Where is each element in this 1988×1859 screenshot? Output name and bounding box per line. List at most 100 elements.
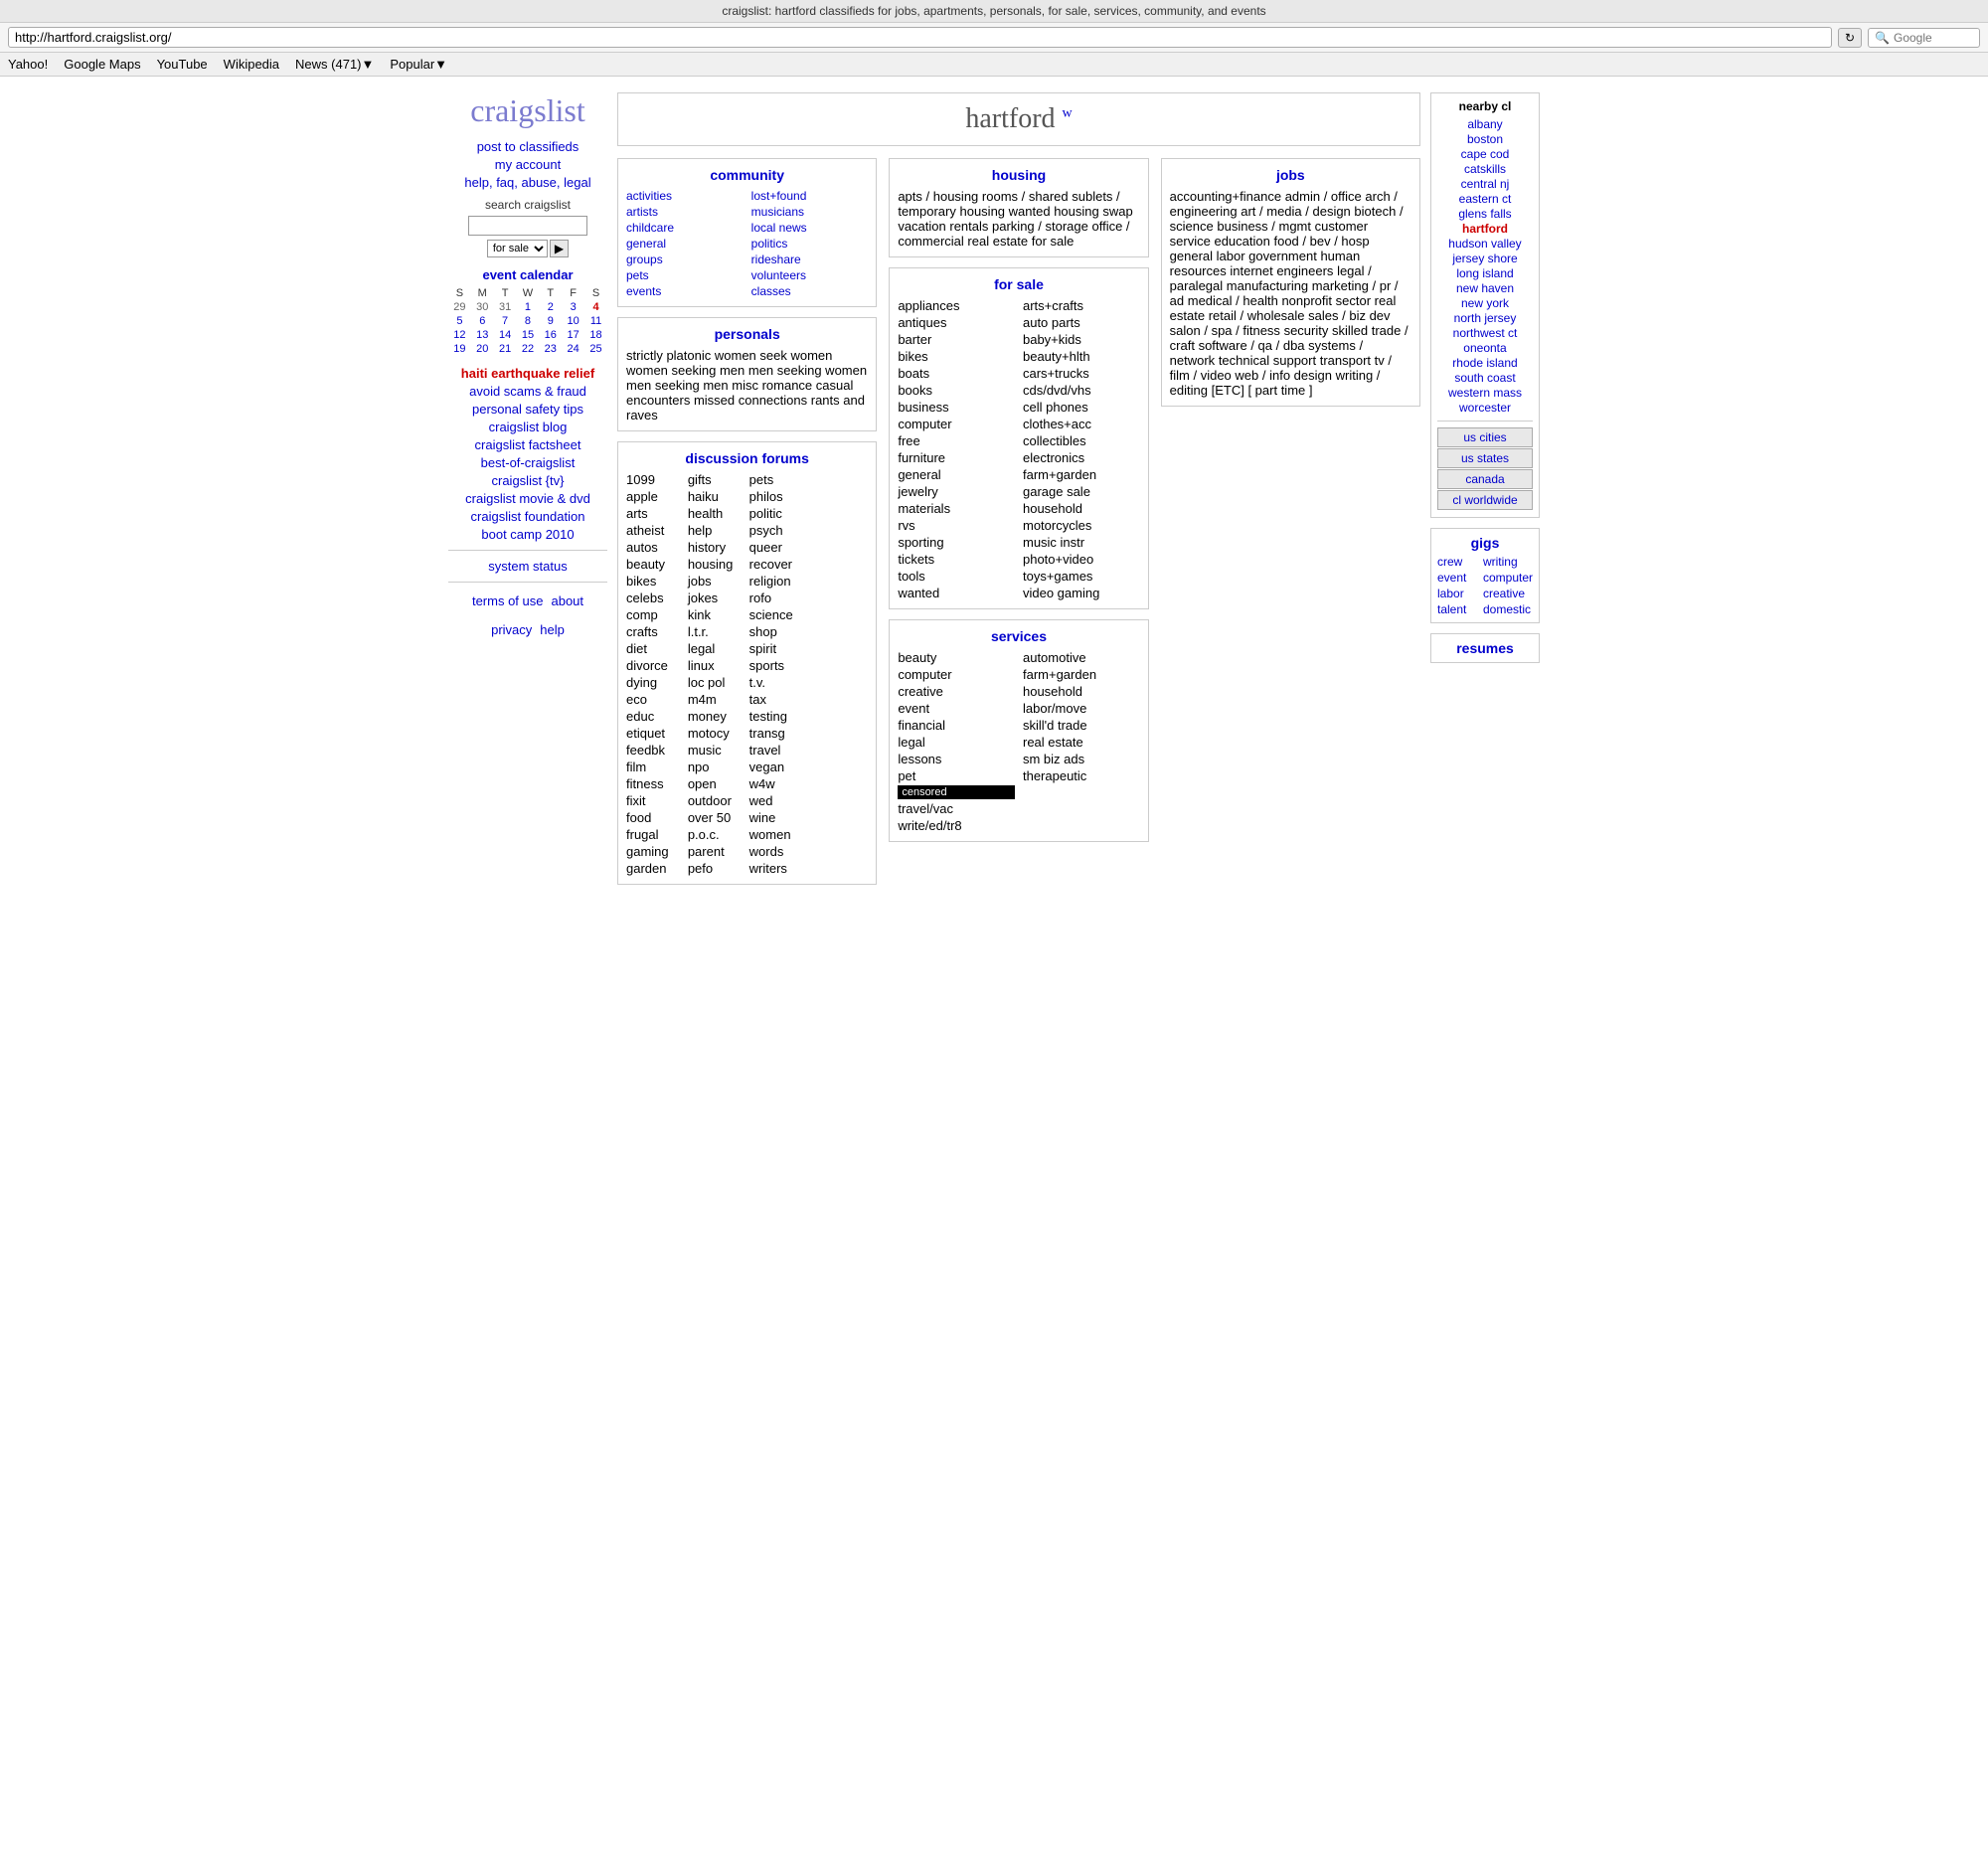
nav-popular[interactable]: Popular▼	[390, 57, 447, 72]
forum-w4w[interactable]: w4w	[749, 776, 807, 791]
gigs-computer[interactable]: computer	[1483, 571, 1533, 585]
jobs-salon[interactable]: salon / spa / fitness	[1170, 323, 1280, 338]
browser-search-input[interactable]	[1894, 31, 1973, 45]
movie-dvd-link[interactable]: craigslist movie & dvd	[448, 491, 607, 506]
nearby-rhode-island[interactable]: rhode island	[1437, 356, 1533, 370]
forsale-materials[interactable]: materials	[898, 501, 1015, 516]
forum-science[interactable]: science	[749, 607, 807, 622]
community-rideshare[interactable]: rideshare	[751, 253, 869, 266]
forum-money[interactable]: money	[688, 709, 746, 724]
services-computer[interactable]: computer	[898, 667, 1015, 682]
housing-parking[interactable]: parking / storage	[992, 219, 1088, 234]
nearby-hartford[interactable]: hartford	[1437, 222, 1533, 236]
nearby-cape-cod[interactable]: cape cod	[1437, 147, 1533, 161]
forsale-cellphones[interactable]: cell phones	[1023, 400, 1140, 415]
forsale-free[interactable]: free	[898, 433, 1015, 448]
forum-fitness[interactable]: fitness	[626, 776, 684, 791]
forsale-wanted[interactable]: wanted	[898, 586, 1015, 600]
nav-news[interactable]: News (471)▼	[295, 57, 374, 72]
cal-day[interactable]: 21	[494, 342, 517, 356]
jobs-admin[interactable]: admin / office	[1285, 189, 1362, 204]
gigs-crew[interactable]: crew	[1437, 555, 1479, 569]
gigs-labor[interactable]: labor	[1437, 587, 1479, 600]
forsale-videogaming[interactable]: video gaming	[1023, 586, 1140, 600]
nearby-catskills[interactable]: catskills	[1437, 162, 1533, 176]
haiti-relief-link[interactable]: haiti earthquake relief	[448, 366, 607, 381]
nearby-glens-falls[interactable]: glens falls	[1437, 207, 1533, 221]
forum-arts[interactable]: arts	[626, 506, 684, 521]
best-of-link[interactable]: best-of-craigslist	[448, 455, 607, 470]
forum-religion[interactable]: religion	[749, 574, 807, 589]
services-writeedit[interactable]: write/ed/tr8	[898, 818, 1015, 833]
forsale-books[interactable]: books	[898, 383, 1015, 398]
forum-apple[interactable]: apple	[626, 489, 684, 504]
jobs-government[interactable]: government	[1248, 249, 1317, 263]
nearby-eastern-ct[interactable]: eastern ct	[1437, 192, 1533, 206]
forsale-business[interactable]: business	[898, 400, 1015, 415]
community-general[interactable]: general	[626, 237, 744, 251]
forum-vegan[interactable]: vegan	[749, 760, 807, 774]
services-realestate[interactable]: real estate	[1023, 735, 1140, 750]
forum-linux[interactable]: linux	[688, 658, 746, 673]
jobs-software[interactable]: software / qa / dba	[1199, 338, 1305, 353]
forum-spirit[interactable]: spirit	[749, 641, 807, 656]
cal-day[interactable]: 25	[584, 342, 607, 356]
forsale-tickets[interactable]: tickets	[898, 552, 1015, 567]
services-therapeutic[interactable]: therapeutic	[1023, 768, 1140, 783]
forum-writers[interactable]: writers	[749, 861, 807, 876]
forum-m4m[interactable]: m4m	[688, 692, 746, 707]
cal-day[interactable]: 23	[539, 342, 562, 356]
forum-food[interactable]: food	[626, 810, 684, 825]
jobs-internet[interactable]: internet engineers	[1230, 263, 1333, 278]
nav-yahoo[interactable]: Yahoo!	[8, 57, 48, 72]
services-beauty[interactable]: beauty	[898, 650, 1015, 665]
jobs-transport[interactable]: transport	[1320, 353, 1371, 368]
forum-beauty[interactable]: beauty	[626, 557, 684, 572]
forum-eco[interactable]: eco	[626, 692, 684, 707]
forum-outdoor[interactable]: outdoor	[688, 793, 746, 808]
forum-wine[interactable]: wine	[749, 810, 807, 825]
my-account-link[interactable]: my account	[448, 157, 607, 172]
nearby-western-mass[interactable]: western mass	[1437, 386, 1533, 400]
avoid-scams-link[interactable]: avoid scams & fraud	[448, 384, 607, 399]
personals-women-seeking-men[interactable]: women seeking men	[626, 363, 745, 378]
nearby-jersey-shore[interactable]: jersey shore	[1437, 252, 1533, 265]
forum-frugal[interactable]: frugal	[626, 827, 684, 842]
tv-link[interactable]: craigslist {tv}	[448, 473, 607, 488]
forum-music[interactable]: music	[688, 743, 746, 758]
cal-day[interactable]: 13	[471, 328, 494, 342]
forum-etiquet[interactable]: etiquet	[626, 726, 684, 741]
forsale-collectibles[interactable]: collectibles	[1023, 433, 1140, 448]
nearby-central-nj[interactable]: central nj	[1437, 177, 1533, 191]
nearby-worcester[interactable]: worcester	[1437, 401, 1533, 415]
housing-swap[interactable]: housing swap	[1054, 204, 1133, 219]
services-pet[interactable]: pet	[898, 768, 1015, 783]
forsale-barter[interactable]: barter	[898, 332, 1015, 347]
search-input[interactable]	[468, 216, 587, 236]
personal-safety-link[interactable]: personal safety tips	[448, 402, 607, 417]
terms-link[interactable]: terms of use	[472, 593, 544, 608]
forsale-furniture[interactable]: furniture	[898, 450, 1015, 465]
search-go-button[interactable]: ▶	[550, 240, 569, 257]
forsale-farmgarden[interactable]: farm+garden	[1023, 467, 1140, 482]
forum-film[interactable]: film	[626, 760, 684, 774]
forum-haiku[interactable]: haiku	[688, 489, 746, 504]
cal-day[interactable]: 7	[494, 314, 517, 328]
forsale-tools[interactable]: tools	[898, 569, 1015, 584]
system-status-link[interactable]: system status	[448, 559, 607, 574]
personals-men-seeking-women[interactable]: men seeking women	[748, 363, 867, 378]
nearby-new-york[interactable]: new york	[1437, 296, 1533, 310]
us-cities-button[interactable]: us cities	[1437, 427, 1533, 447]
blog-link[interactable]: craigslist blog	[448, 420, 607, 434]
community-artists[interactable]: artists	[626, 205, 744, 219]
personals-strictly-platonic[interactable]: strictly platonic	[626, 348, 711, 363]
gigs-domestic[interactable]: domestic	[1483, 602, 1533, 616]
services-labormove[interactable]: labor/move	[1023, 701, 1140, 716]
forum-wed[interactable]: wed	[749, 793, 807, 808]
nearby-south-coast[interactable]: south coast	[1437, 371, 1533, 385]
forum-politic[interactable]: politic	[749, 506, 807, 521]
nearby-new-haven[interactable]: new haven	[1437, 281, 1533, 295]
forsale-garagesale[interactable]: garage sale	[1023, 484, 1140, 499]
nearby-hudson-valley[interactable]: hudson valley	[1437, 237, 1533, 251]
cal-day[interactable]: 18	[584, 328, 607, 342]
